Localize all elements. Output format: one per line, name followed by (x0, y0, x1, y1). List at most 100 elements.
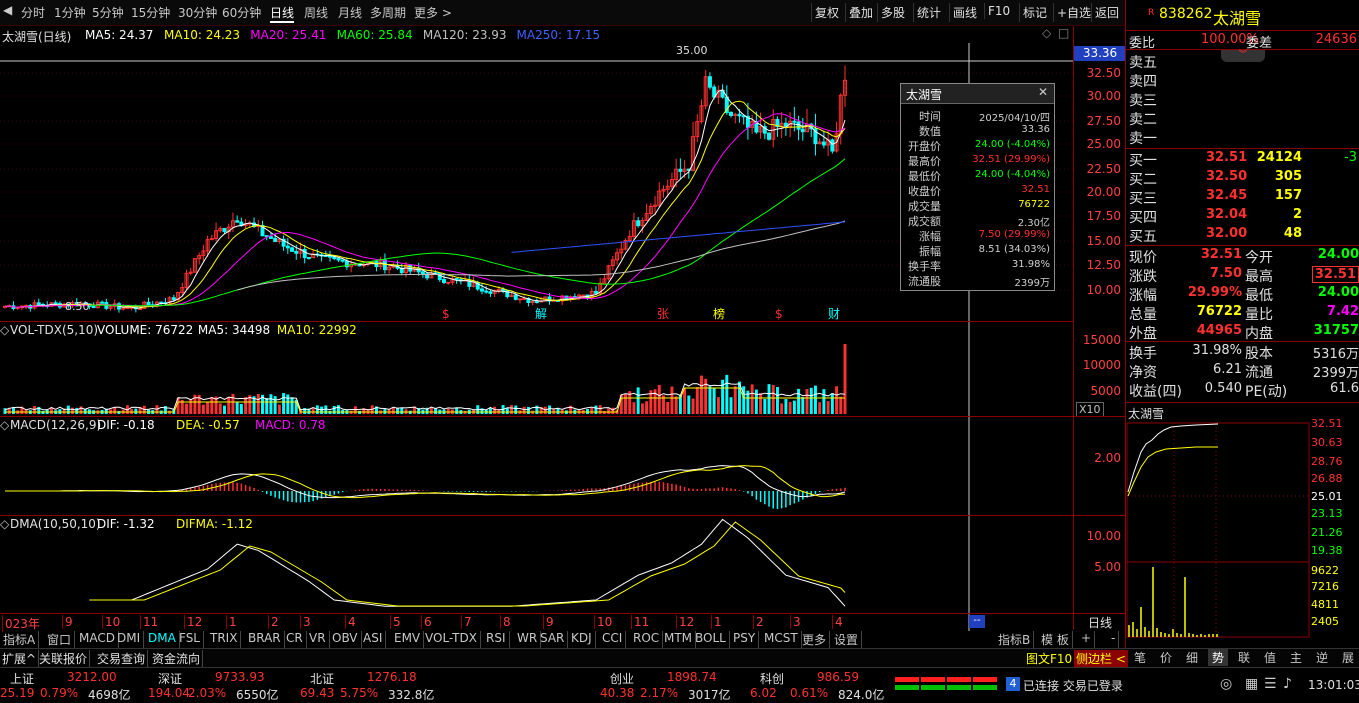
period-tab-2[interactable]: 5分钟 (92, 4, 124, 21)
volume-bar (231, 393, 235, 414)
indicator-tab-cci[interactable]: CCI (599, 631, 627, 648)
index-name[interactable]: 上证 (10, 670, 34, 687)
toolbar-button-3[interactable]: 统计 (913, 3, 944, 22)
index-name[interactable]: 创业 (610, 670, 634, 687)
index-name[interactable]: 科创 (760, 670, 784, 687)
indicator-right-0[interactable]: 指标B (995, 631, 1035, 648)
mini-tab-7[interactable]: 逆 (1312, 649, 1332, 666)
volume-bar (700, 375, 703, 414)
x-axis-label: 2 (753, 615, 764, 629)
tooltip-value: 24.00 (-4.04%) (975, 139, 1050, 150)
period-tab-1[interactable]: 1分钟 (54, 4, 86, 21)
tooltip-value: 2025/04/10/四 (978, 113, 1050, 124)
stat-label: 最低 (1245, 288, 1273, 304)
toolbar-button-0[interactable]: 复权 (811, 3, 842, 22)
toolbar-button-5[interactable]: F10 (984, 3, 1013, 19)
headset-icon[interactable]: ◎ (1220, 676, 1232, 692)
index-name[interactable]: 深证 (158, 670, 182, 687)
indicator-tab-item[interactable]: 更多 (799, 631, 831, 648)
tooltip-value: 76722 (1018, 199, 1050, 210)
toolbar-button-8[interactable]: 返回 (1091, 3, 1122, 22)
mini-tab-0[interactable]: 笔 (1130, 649, 1150, 666)
period-tab-9[interactable]: 多周期 (370, 4, 406, 21)
period-tab-5[interactable]: 60分钟 (222, 4, 261, 21)
indicator-tab-item[interactable]: 窗口 (44, 631, 76, 648)
candle-body (796, 121, 801, 130)
toolbar-button-6[interactable]: 标记 (1019, 3, 1050, 22)
mini-tab-1[interactable]: 价 (1156, 649, 1176, 666)
indicator-tab-trix[interactable]: TRIX (207, 631, 242, 648)
x-axis-label: 10 (102, 615, 120, 629)
indicator-tab-mtm[interactable]: MTM (661, 631, 697, 648)
period-tab-3[interactable]: 15分钟 (131, 4, 170, 21)
bell-icon[interactable]: ♪ (1283, 676, 1292, 692)
volume-expand-icon[interactable]: ◇ (0, 323, 9, 337)
indicator-tab-roc[interactable]: ROC (630, 631, 664, 648)
mini-tab-2[interactable]: 细 (1182, 649, 1202, 666)
buy-volume: 305 (1274, 169, 1302, 184)
toolbar-button-7[interactable]: +自选 (1053, 3, 1094, 22)
indicator-tab-mcst[interactable]: MCST (761, 631, 802, 648)
indicator-tab-macd[interactable]: MACD (76, 631, 119, 648)
buy-row[interactable]: 买一 32.51 24124 -3 (1126, 149, 1359, 169)
grid-icon[interactable]: ▦ (1245, 676, 1258, 692)
buy-row[interactable]: 买三 32.45 157 (1126, 187, 1359, 207)
index-name[interactable]: 北证 (310, 670, 334, 687)
period-tab-4[interactable]: 30分钟 (178, 4, 217, 21)
sidebar-toggle[interactable]: 侧边栏 < (1074, 650, 1128, 667)
menu-icon[interactable]: ☰ (1264, 676, 1277, 692)
indicator-tab-boll[interactable]: BOLL (692, 631, 730, 648)
indicator-tab-fsl[interactable]: FSL (176, 631, 204, 648)
indicator-right-2[interactable]: + (1078, 631, 1096, 648)
indicator-tab-obv[interactable]: OBV (329, 631, 362, 648)
x-axis-label: 11 (631, 615, 649, 629)
indicator-tab-vr[interactable]: VR (306, 631, 330, 648)
buy-row[interactable]: 买二 32.50 305 (1126, 168, 1359, 188)
indicator-right-1[interactable]: 模 板 (1038, 631, 1073, 648)
indicator-tab-psy[interactable]: PSY (730, 631, 760, 648)
mini-tab-4[interactable]: 联 (1234, 649, 1254, 666)
chevron-left-icon[interactable]: ◀ (3, 3, 12, 17)
period-tab-6[interactable]: 日线 (270, 4, 295, 23)
close-icon[interactable]: ✕ (1038, 85, 1048, 99)
macd-expand-icon[interactable]: ◇ (0, 418, 9, 432)
mini-tick-label: 25.01 (1311, 490, 1343, 503)
indicator-tab-a[interactable]: 指标A (0, 631, 40, 648)
indicator-tab-kdj[interactable]: KDJ (568, 631, 596, 648)
mini-tab-6[interactable]: 主 (1286, 649, 1306, 666)
indicator-tab-sar[interactable]: SAR (537, 631, 569, 648)
period-tab-0[interactable]: 分时 (21, 4, 45, 21)
sub-tab-1[interactable]: 关联报价 (37, 650, 91, 667)
mini-tab-5[interactable]: 值 (1260, 649, 1280, 666)
volume-bar (624, 393, 627, 414)
period-tab-10[interactable]: 更多 > (414, 4, 452, 21)
toolbar-button-1[interactable]: 叠加 (845, 3, 876, 22)
indicator-tab-emv[interactable]: EMV (391, 631, 425, 648)
event-marker: 解 (535, 307, 547, 321)
toolbar-button-2[interactable]: 多股 (877, 3, 908, 22)
period-tab-7[interactable]: 周线 (304, 4, 328, 21)
x-axis-label: 9 (62, 615, 73, 629)
indicator-tab-cr[interactable]: CR (283, 631, 307, 648)
toolbar-button-4[interactable]: 画线 (949, 3, 980, 22)
sub-tab-2[interactable]: 交易查询 (95, 650, 149, 667)
f10-link[interactable]: 图文F10 (1026, 650, 1072, 667)
buy-row[interactable]: 买四 32.04 2 (1126, 206, 1359, 226)
mini-tab-3[interactable]: 势 (1208, 649, 1229, 666)
indicator-tab-item[interactable]: 设置 (831, 631, 863, 648)
period-tab-8[interactable]: 月线 (338, 4, 362, 21)
mini-tab-8[interactable]: 展 (1338, 649, 1358, 666)
indicator-tab-vol-tdx[interactable]: VOL-TDX (422, 631, 481, 648)
indicator-tab-asi[interactable]: ASI (360, 631, 387, 648)
indicator-tab-brar[interactable]: BRAR (245, 631, 285, 648)
indicator-tab-dma[interactable]: DMA (145, 631, 180, 648)
connection-status[interactable]: 已连接 交易已登录 (1023, 677, 1123, 694)
indicator-tab-dmi[interactable]: DMI (114, 631, 145, 648)
buy-row[interactable]: 买五 32.00 48 (1126, 225, 1359, 245)
sub-tab-3[interactable]: 资金流向 (150, 650, 204, 667)
indicator-right-3[interactable]: - (1108, 631, 1120, 648)
dma-expand-icon[interactable]: ◇ (0, 517, 9, 531)
event-marker: $ (442, 307, 450, 321)
indicator-tab-rsi[interactable]: RSI (483, 631, 510, 648)
sub-tab-0[interactable]: 扩展^ (0, 650, 40, 667)
